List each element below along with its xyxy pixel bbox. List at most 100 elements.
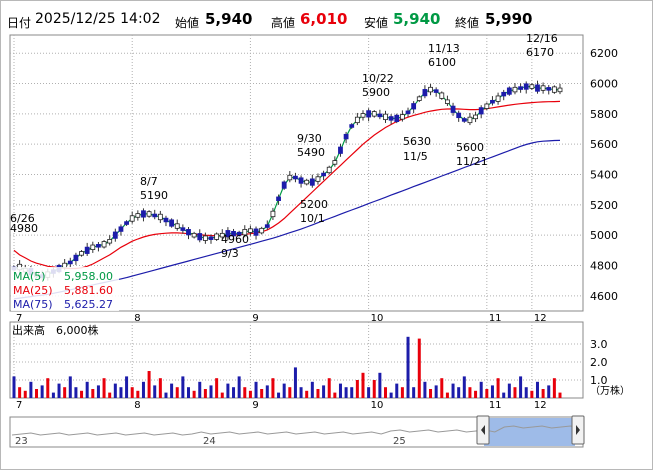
candle-body xyxy=(298,177,304,184)
volume-bar xyxy=(12,376,16,398)
candle-body xyxy=(546,87,552,91)
annotation-price: 5190 xyxy=(140,189,168,202)
volume-bar xyxy=(355,380,359,398)
price-tick-label: 5000 xyxy=(590,229,618,242)
volume-bar xyxy=(519,376,523,398)
candle-body xyxy=(202,235,208,241)
candle-body xyxy=(169,219,175,227)
candle-body xyxy=(141,210,146,218)
navigator-right-handle[interactable] xyxy=(571,415,585,445)
volume-month-axis: 7 8 9 10 11 12 xyxy=(16,400,547,411)
volume-bar xyxy=(322,385,326,398)
annotation-price: 5600 xyxy=(456,141,484,154)
volume-bar xyxy=(68,376,72,398)
volume-bar xyxy=(186,387,190,398)
candle-body xyxy=(129,215,135,222)
candle-body xyxy=(349,124,355,128)
candle-body xyxy=(281,181,287,189)
volume-bar xyxy=(384,387,388,398)
volume-bar xyxy=(310,381,314,398)
candle-body xyxy=(540,85,546,91)
volume-bar xyxy=(35,389,39,398)
volume-bar xyxy=(243,387,247,398)
candle-body xyxy=(338,146,343,154)
candle-body xyxy=(107,239,113,244)
candle-body xyxy=(332,160,338,165)
volume-bar xyxy=(51,392,55,398)
candle-body xyxy=(321,172,326,177)
range-navigator[interactable]: 23 24 25 xyxy=(9,415,585,448)
candle-body xyxy=(377,113,383,118)
navigator-label-23: 23 xyxy=(15,436,28,447)
annotation-date: 11/13 xyxy=(428,42,460,55)
candle-body xyxy=(343,133,349,140)
candle-body xyxy=(157,213,163,221)
candle-body xyxy=(484,103,490,109)
volume-bar xyxy=(215,378,219,398)
candle-body xyxy=(197,233,203,241)
candle-body xyxy=(186,229,191,236)
volume-bar xyxy=(125,376,129,398)
volume-bar xyxy=(248,390,252,398)
candle-body xyxy=(90,244,96,250)
volume-bar xyxy=(170,383,174,398)
volume-bar xyxy=(547,385,551,398)
price-tick-label: 4600 xyxy=(590,290,618,303)
candle-body xyxy=(191,232,197,238)
volume-month-tick-label: 12 xyxy=(534,400,547,411)
candle-body xyxy=(473,114,478,120)
volume-bar xyxy=(119,387,123,398)
candle-body xyxy=(490,99,495,104)
volume-bar xyxy=(400,387,404,398)
volume-max-label: 6,000株 xyxy=(56,323,99,337)
volume-bar xyxy=(485,389,489,398)
volume-bar xyxy=(552,378,556,398)
volume-bar xyxy=(108,392,112,398)
candle-body xyxy=(501,91,507,97)
candle-body xyxy=(259,227,265,234)
candle-body xyxy=(309,178,315,186)
annotation-price: 4980 xyxy=(10,222,38,235)
volume-bar xyxy=(40,385,44,398)
candle-body xyxy=(304,179,310,185)
volume-bar xyxy=(496,378,500,398)
candle-body xyxy=(208,236,214,240)
candle-body xyxy=(96,244,101,248)
volume-bar xyxy=(423,381,427,398)
volume-bar xyxy=(293,367,297,398)
legend-ma5-value: 5,958.00 xyxy=(64,270,113,283)
volume-bar xyxy=(513,387,517,398)
candle-body xyxy=(276,196,281,201)
candle-body xyxy=(416,96,422,101)
volume-bar xyxy=(502,392,506,398)
volume-bar xyxy=(164,392,168,398)
volume-bar xyxy=(490,385,494,398)
volume-bar xyxy=(91,389,95,398)
navigator-selection[interactable] xyxy=(484,418,575,446)
candle-body xyxy=(433,89,439,93)
volume-bar xyxy=(530,390,534,398)
candle-body xyxy=(118,226,124,232)
candle-body xyxy=(180,227,186,231)
volume-bar xyxy=(18,387,22,398)
volume-bar xyxy=(260,389,264,398)
volume-bar xyxy=(479,381,483,398)
candle-body xyxy=(163,217,169,223)
volume-bar xyxy=(344,387,348,398)
candle-body xyxy=(84,246,90,254)
volume-bar xyxy=(541,389,545,398)
price-tick-label: 6000 xyxy=(590,78,618,91)
navigator-left-handle[interactable] xyxy=(476,415,490,445)
volume-bar xyxy=(141,381,145,398)
candle-body xyxy=(264,224,270,228)
volume-bar xyxy=(158,378,162,398)
candle-body xyxy=(146,211,152,217)
price-tick-label: 5200 xyxy=(590,199,618,212)
candle-body xyxy=(399,114,405,120)
candle-body xyxy=(394,114,400,122)
volume-bar xyxy=(445,392,449,398)
price-tick-label: 6200 xyxy=(590,47,618,60)
volume-bar xyxy=(524,387,528,398)
volume-bar xyxy=(271,378,275,398)
legend-ma75-label: MA(75) xyxy=(13,298,53,311)
